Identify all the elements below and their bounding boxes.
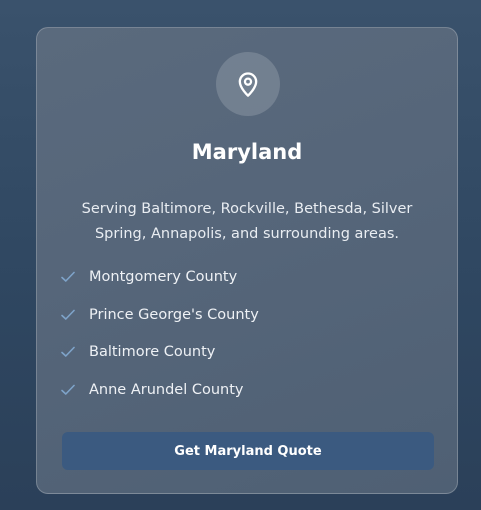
list-item: Baltimore County xyxy=(61,344,259,382)
state-title: Maryland xyxy=(191,140,303,164)
county-label: Anne Arundel County xyxy=(89,381,244,398)
service-area-card: Maryland Serving Baltimore, Rockville, B… xyxy=(36,27,458,494)
check-icon xyxy=(61,344,77,358)
service-description: Serving Baltimore, Rockville, Bethesda, … xyxy=(81,201,413,242)
list-item: Montgomery County xyxy=(61,269,259,307)
county-label: Montgomery County xyxy=(89,269,238,285)
county-label: Prince George's County xyxy=(89,306,259,323)
list-item: Prince George's County xyxy=(61,307,259,345)
county-label: Baltimore County xyxy=(89,344,216,360)
check-icon xyxy=(61,269,77,283)
check-icon xyxy=(61,307,77,321)
list-item: Anne Arundel County xyxy=(61,382,259,420)
map-pin-icon xyxy=(238,72,258,97)
check-icon xyxy=(61,382,77,396)
location-icon-badge xyxy=(216,52,280,116)
get-quote-button[interactable]: Get Maryland Quote xyxy=(62,432,434,470)
county-list: Montgomery County Prince George's County… xyxy=(61,269,259,419)
